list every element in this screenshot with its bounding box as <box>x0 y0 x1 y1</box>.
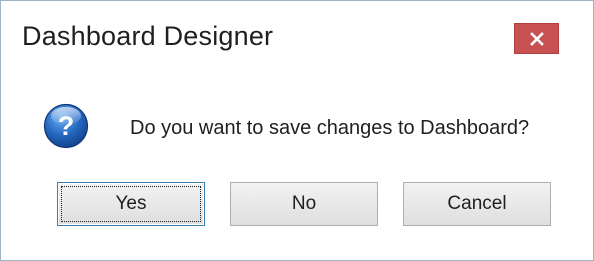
yes-button-label: Yes <box>115 193 147 214</box>
cancel-button-label: Cancel <box>447 193 507 214</box>
dialog-window: Dashboard Designer ? Do you want to save… <box>0 0 594 261</box>
title-bar[interactable]: Dashboard Designer <box>1 1 593 83</box>
no-button-label: No <box>291 193 317 214</box>
yes-button[interactable]: Yes <box>57 182 205 226</box>
cancel-button[interactable]: Cancel <box>403 182 551 226</box>
close-button[interactable] <box>514 23 559 54</box>
close-icon <box>529 31 544 46</box>
dialog-content: ? Do you want to save changes to Dashboa… <box>1 83 593 260</box>
question-icon: ? <box>43 103 89 149</box>
svg-text:?: ? <box>58 111 75 141</box>
window-title: Dashboard Designer <box>22 21 274 51</box>
no-button[interactable]: No <box>230 182 378 226</box>
dialog-message: Do you want to save changes to Dashboard… <box>130 117 530 139</box>
